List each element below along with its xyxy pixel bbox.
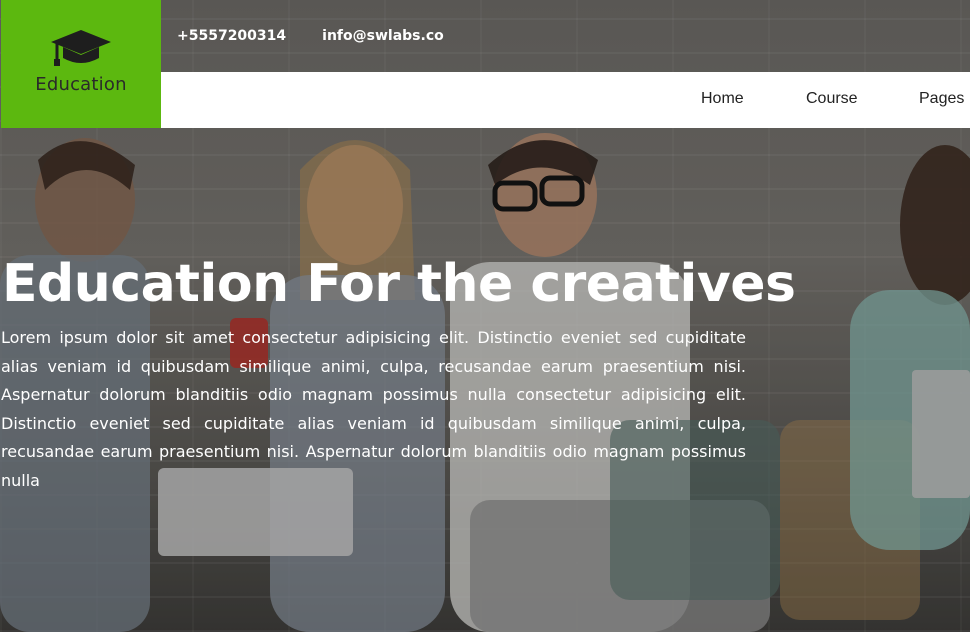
- top-contact-bar: +5557200314 info@swlabs.co: [161, 0, 970, 72]
- graduation-cap-icon: [51, 30, 111, 66]
- contact-phone[interactable]: +5557200314: [177, 28, 286, 44]
- main-navigation: Home Course Pages: [161, 72, 970, 128]
- hero-description: Lorem ipsum dolor sit amet consectetur a…: [1, 328, 746, 490]
- nav-home-link[interactable]: Home: [701, 90, 744, 108]
- hero-title: Education For the creatives: [2, 254, 796, 314]
- nav-course-link[interactable]: Course: [806, 90, 858, 108]
- contact-email[interactable]: info@swlabs.co: [322, 28, 444, 44]
- nav-pages-link[interactable]: Pages: [919, 90, 964, 108]
- brand-name: Education: [35, 74, 127, 95]
- brand-logo[interactable]: Education: [1, 0, 161, 128]
- page: Education +5557200314 info@swlabs.co Hom…: [0, 0, 970, 632]
